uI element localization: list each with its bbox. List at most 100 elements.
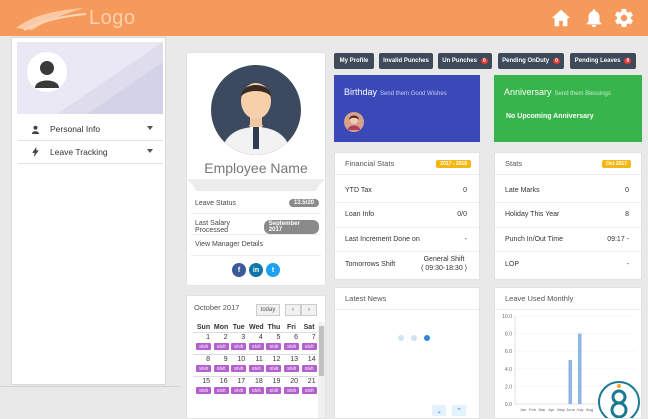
calendar-day[interactable]: 3 (230, 334, 247, 341)
profile-card: Employee Name Leave Status 13.5/20 Last … (186, 52, 326, 286)
stats-title: Stats (505, 159, 523, 168)
news-down-button[interactable]: ⌄ (432, 405, 446, 416)
shift-event-chip[interactable]: Shift (301, 387, 317, 394)
invalid-punches-button[interactable]: Invalid Punches (379, 53, 433, 69)
ytd-tax-value: 0 (463, 187, 467, 194)
divider (335, 227, 479, 228)
shift-event-chip[interactable]: Shift (213, 387, 229, 394)
calendar-day[interactable]: 2 (213, 334, 230, 341)
calendar-day[interactable]: 19 (265, 378, 282, 385)
leave-status-row: Leave Status 13.5/20 (195, 199, 319, 207)
loan-info-label: Loan Info (345, 211, 375, 218)
calendar-row-divider (193, 354, 317, 355)
financial-stats-title: Financial Stats (345, 159, 395, 168)
shift-event-chip[interactable]: Shift (196, 387, 211, 394)
chart-y-tick-label: 10.0 (502, 314, 512, 320)
sidebar-item-personal-info[interactable]: Personal Info (18, 118, 163, 140)
today-button[interactable]: today (256, 304, 280, 316)
home-icon[interactable] (550, 7, 572, 29)
news-up-button[interactable]: ⌃ (452, 405, 466, 416)
shift-event-chip[interactable]: Shift (231, 343, 247, 350)
shift-event-chip[interactable]: Shift (301, 365, 317, 372)
calendar-row-divider (193, 376, 317, 377)
calendar-title: October 2017 (194, 303, 240, 312)
pending-onduty-button[interactable]: Pending OnDuty 0 (498, 53, 564, 69)
calendar-day[interactable]: 16 (213, 378, 230, 385)
chat-bot-icon[interactable] (597, 380, 641, 419)
holiday-label: Holiday This Year (505, 211, 560, 218)
shift-event-chip[interactable]: Shift (284, 387, 299, 394)
button-label: Pending Leaves (574, 58, 621, 64)
latest-news-card: Latest News ⌄ ⌃ (334, 287, 480, 419)
sidebar-item-leave-tracking[interactable]: Leave Tracking (18, 141, 163, 163)
calendar-day[interactable]: 21 (301, 378, 318, 385)
lop-label: LOP (505, 261, 520, 268)
calendar-day[interactable]: 7 (301, 334, 318, 341)
anniversary-title: Anniversary (504, 87, 552, 97)
leave-status-badge: 13.5/20 (288, 199, 319, 207)
tomorrows-shift-label: Tomorrows Shift (345, 261, 396, 268)
birthday-person-avatar[interactable] (344, 112, 364, 132)
calendar-day[interactable]: 15 (195, 378, 212, 385)
calendar-day[interactable]: 20 (283, 378, 300, 385)
pending-leaves-button[interactable]: Pending Leaves 0 (570, 53, 636, 69)
birthday-subtitle: Send them Good Wishes (380, 91, 447, 97)
shift-event-chip[interactable]: Shift (248, 387, 264, 394)
facebook-icon[interactable]: f (232, 263, 246, 277)
shift-event-chip[interactable]: Shift (231, 365, 247, 372)
sidebar-avatar (27, 52, 67, 92)
divider (335, 251, 479, 252)
calendar-day[interactable]: 11 (248, 356, 265, 363)
calendar-day[interactable]: 5 (265, 334, 282, 341)
left-sidebar: Personal Info Leave Tracking (11, 37, 166, 385)
twitter-icon[interactable]: t (266, 263, 280, 277)
shift-event-chip[interactable]: Shift (231, 387, 247, 394)
calendar-day[interactable]: 6 (283, 334, 300, 341)
shift-event-chip[interactable]: Shift (213, 365, 229, 372)
user-silhouette-icon (27, 52, 67, 92)
employee-avatar-icon (211, 65, 301, 155)
calendar-day[interactable]: 10 (230, 356, 247, 363)
shift-event-chip[interactable]: Shift (196, 343, 211, 350)
shift-event-chip[interactable]: Shift (196, 365, 211, 372)
chart-x-tick-label: Jan (520, 407, 526, 412)
anniversary-header: Anniversary Send them Blessings (504, 87, 611, 97)
shift-event-chip[interactable]: Shift (248, 365, 264, 372)
linkedin-icon[interactable]: in (249, 263, 263, 277)
calendar-day[interactable]: 18 (248, 378, 265, 385)
ytd-tax-label: YTD Tax (345, 187, 372, 194)
bell-icon[interactable] (583, 7, 605, 29)
leave-chart-header: Leave Used Monthly (495, 288, 641, 310)
divider (191, 255, 321, 256)
my-profile-button[interactable]: My Profile (334, 53, 374, 69)
calendar-day[interactable]: 1 (195, 334, 212, 341)
calendar-day[interactable]: 4 (248, 334, 265, 341)
shift-event-chip[interactable]: Shift (266, 365, 282, 372)
manager-details-link[interactable]: View Manager Details (195, 241, 319, 248)
shift-event-chip[interactable]: Shift (213, 343, 229, 350)
calendar-day[interactable]: 9 (213, 356, 230, 363)
calendar-scroll-thumb[interactable] (319, 326, 324, 376)
count-badge: 0 (624, 58, 632, 64)
next-month-button[interactable]: › (301, 304, 317, 316)
shift-event-chip[interactable]: Shift (266, 387, 282, 394)
calendar-day[interactable]: 12 (265, 356, 282, 363)
shift-event-chip[interactable]: Shift (248, 343, 264, 350)
calendar-day[interactable]: 8 (195, 356, 212, 363)
prev-month-button[interactable]: ‹ (285, 304, 301, 316)
salary-badge: September 2017 (263, 220, 319, 234)
calendar-day[interactable]: 17 (230, 378, 247, 385)
calendar-day[interactable]: 13 (283, 356, 300, 363)
chevron-down-icon (147, 149, 153, 153)
chart-x-tick-label: June (566, 407, 575, 412)
divider (495, 251, 641, 252)
gear-icon[interactable] (613, 7, 635, 29)
un-punches-button[interactable]: Un Punches 0 (438, 53, 492, 69)
chart-x-tick-label: May (557, 407, 565, 412)
calendar-day[interactable]: 14 (301, 356, 318, 363)
shift-event-chip[interactable]: Shift (284, 365, 299, 372)
calendar-card: October 2017 today ‹ › Sun Mon Tue Wed Thu Fr… (186, 295, 326, 419)
shift-event-chip[interactable]: Shift (284, 343, 299, 350)
shift-event-chip[interactable]: Shift (301, 343, 317, 350)
shift-event-chip[interactable]: Shift (266, 343, 282, 350)
